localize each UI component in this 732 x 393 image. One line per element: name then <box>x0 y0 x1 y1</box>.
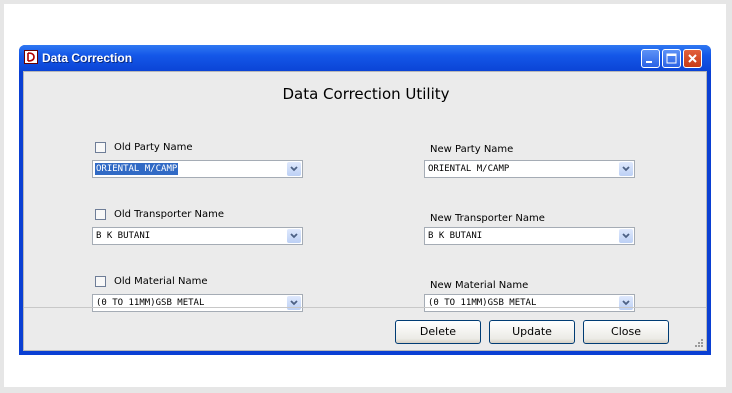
old-material-label: Old Material Name <box>114 276 208 287</box>
button-bar-divider <box>24 307 706 308</box>
old-party-checkbox[interactable] <box>95 142 106 153</box>
old-material-row: Old Material Name <box>95 276 207 287</box>
close-window-button[interactable] <box>683 49 702 68</box>
old-material-checkbox[interactable] <box>95 276 106 287</box>
new-transporter-label: New Transporter Name <box>430 213 545 224</box>
update-button[interactable]: Update <box>489 320 575 344</box>
chevron-down-icon[interactable] <box>619 162 633 176</box>
chevron-down-icon[interactable] <box>619 229 633 243</box>
old-transporter-row: Old Transporter Name <box>95 209 224 220</box>
old-transporter-label: Old Transporter Name <box>114 209 225 220</box>
close-button[interactable]: Close <box>583 320 669 344</box>
new-material-select[interactable]: (0 TO 11MM)GSB METAL <box>424 294 635 312</box>
client-area: Data Correction Utility Old Party Name O… <box>23 71 707 351</box>
old-material-select[interactable]: (0 TO 11MM)GSB METAL <box>92 294 303 312</box>
window-title: Data Correction <box>42 51 133 65</box>
old-transporter-value: B K BUTANI <box>96 231 151 241</box>
minimize-button[interactable] <box>641 49 660 68</box>
old-party-row: Old Party Name <box>95 142 193 153</box>
new-party-value: ORIENTAL M/CAMP <box>428 164 510 174</box>
maximize-button[interactable] <box>662 49 681 68</box>
new-party-select[interactable]: ORIENTAL M/CAMP <box>424 160 635 178</box>
title-bar[interactable]: Data Correction <box>19 45 711 71</box>
resize-grip-icon[interactable] <box>694 338 704 348</box>
chevron-down-icon[interactable] <box>287 162 301 176</box>
delete-button[interactable]: Delete <box>395 320 481 344</box>
old-party-select[interactable]: ORIENTAL M/CAMP <box>92 160 303 178</box>
new-party-label: New Party Name <box>430 144 514 155</box>
old-party-value: ORIENTAL M/CAMP <box>95 163 179 175</box>
chevron-down-icon[interactable] <box>287 229 301 243</box>
page-title: Data Correction Utility <box>282 85 450 103</box>
app-icon <box>24 50 38 64</box>
old-transporter-select[interactable]: B K BUTANI <box>92 227 303 245</box>
old-party-label: Old Party Name <box>114 142 193 153</box>
data-correction-window: Data Correction Data Correction Utility … <box>19 45 711 355</box>
new-material-label: New Material Name <box>430 280 529 291</box>
new-transporter-value: B K BUTANI <box>428 231 483 241</box>
old-transporter-checkbox[interactable] <box>95 209 106 220</box>
new-transporter-select[interactable]: B K BUTANI <box>424 227 635 245</box>
